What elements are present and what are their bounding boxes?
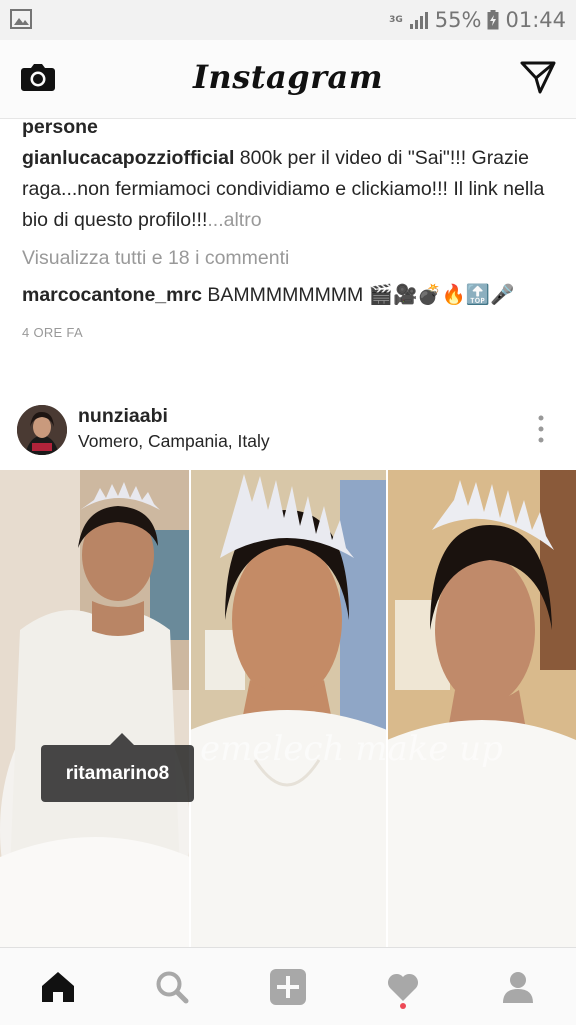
battery-charging-icon bbox=[487, 10, 499, 30]
previous-post-comments: persone gianlucacapozziofficial 800k per… bbox=[22, 112, 562, 348]
notification-dot bbox=[400, 1003, 406, 1009]
signal-icon bbox=[409, 12, 428, 29]
caption-tail: persone bbox=[22, 116, 98, 138]
app-logo: Instagram bbox=[192, 58, 384, 96]
comment: marcocantone_mrc BAMMMMMMMM 🎬🎥💣🔥🔝🎤 bbox=[22, 280, 562, 311]
heart-icon bbox=[387, 973, 419, 1001]
tab-home[interactable] bbox=[38, 967, 78, 1007]
bridal-collage-image: emelech make up bbox=[0, 470, 576, 947]
comment-username[interactable]: gianlucacapozziofficial bbox=[22, 147, 234, 169]
user-tag-label: ritamarino8 bbox=[65, 763, 170, 784]
network-type: 3G bbox=[389, 14, 403, 25]
avatar[interactable] bbox=[17, 405, 67, 455]
comment-text: BAMMMMMMMM 🎬🎥💣🔥🔝🎤 bbox=[201, 284, 515, 306]
user-tag-bubble[interactable]: ritamarino8 bbox=[41, 733, 194, 802]
avatar-image bbox=[17, 405, 67, 455]
battery-percent: 55% bbox=[434, 8, 482, 32]
gallery-notification-icon bbox=[10, 9, 32, 29]
tab-profile[interactable] bbox=[498, 967, 538, 1007]
photo-watermark: emelech make up bbox=[200, 729, 503, 769]
view-all-comments-link[interactable]: Visualizza tutti e 18 i commenti bbox=[22, 243, 562, 274]
comment: gianlucacapozziofficial 800k per il vide… bbox=[22, 143, 562, 236]
tab-search[interactable] bbox=[152, 967, 192, 1007]
direct-message-icon[interactable] bbox=[520, 60, 556, 94]
tab-new-post[interactable] bbox=[268, 967, 308, 1007]
post-location[interactable]: Vomero, Campania, Italy bbox=[78, 431, 270, 452]
bottom-tab-bar bbox=[0, 947, 576, 1025]
home-icon bbox=[42, 972, 74, 1002]
add-icon bbox=[270, 969, 306, 1005]
more-options-icon[interactable] bbox=[538, 415, 544, 443]
post-photo[interactable]: emelech make up bbox=[0, 470, 576, 947]
profile-icon bbox=[503, 972, 533, 1003]
post-header: nunziaabi Vomero, Campania, Italy bbox=[0, 393, 576, 469]
more-link[interactable]: ...altro bbox=[207, 209, 261, 231]
post-timestamp: 4 ORE FA bbox=[22, 325, 83, 340]
clock: 01:44 bbox=[505, 8, 566, 32]
post-username[interactable]: nunziaabi bbox=[78, 405, 168, 428]
app-header: Instagram bbox=[0, 40, 576, 119]
comment-username[interactable]: marcocantone_mrc bbox=[22, 284, 202, 306]
tab-activity[interactable] bbox=[383, 967, 423, 1009]
status-bar: 3G 55% 01:44 bbox=[0, 0, 576, 40]
search-icon bbox=[156, 971, 189, 1004]
